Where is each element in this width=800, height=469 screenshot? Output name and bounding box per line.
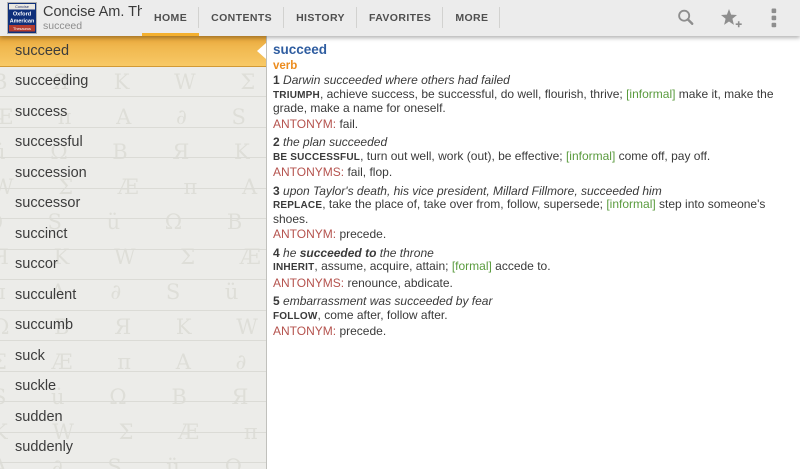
word-list-item-label: suckle bbox=[15, 378, 57, 395]
sense-antonyms: ANTONYM: fail. bbox=[273, 116, 359, 131]
word-list-item-label: success bbox=[15, 103, 68, 120]
sense-synonyms: REPLACE, take the place of, take over fr… bbox=[273, 197, 766, 226]
tab-label: MORE bbox=[455, 12, 489, 24]
word-list-item-label: succession bbox=[15, 164, 87, 181]
sense-antonyms: ANTONYMS: fail, flop. bbox=[273, 165, 393, 179]
entry-headword: succeed bbox=[273, 42, 328, 57]
sense-synonyms: BE SUCCESSFUL, turn out well, work (out)… bbox=[273, 148, 711, 163]
senses-container: 1 Darwin succeeded where others had fail… bbox=[273, 73, 792, 339]
word-list-item-label: successor bbox=[15, 195, 81, 212]
tab-label: HOME bbox=[154, 12, 188, 24]
sense-synonyms: FOLLOW, come after, follow after. bbox=[273, 307, 448, 322]
tab-bar: HOME CONTENTS HISTORY FAVORITES MORE bbox=[142, 0, 501, 36]
app-logo-icon: Concise Oxford American Thesaurus bbox=[8, 3, 36, 33]
sense-example: 2 the plan succeeded bbox=[273, 135, 388, 149]
entry-panel[interactable]: succeed verb 1 Darwin succeeded where ot… bbox=[267, 36, 800, 469]
word-list-panel: A ∂ S ü Ω B Я K W Σ Æ π A ∂ S ü Ω B Я K … bbox=[0, 36, 267, 469]
word-list-item-success[interactable]: success bbox=[0, 97, 266, 128]
sense-antonyms: ANTONYM: precede. bbox=[273, 324, 387, 338]
word-list-item-label: succeeding bbox=[15, 73, 89, 90]
word-list-item-label: succinct bbox=[15, 225, 68, 242]
svg-text:Oxford: Oxford bbox=[13, 12, 32, 18]
sense-2: 2 the plan succeeded BE SUCCESSFUL, turn… bbox=[273, 135, 792, 180]
word-list: succeed succeeding success successful succes… bbox=[0, 36, 266, 463]
main-area: A ∂ S ü Ω B Я K W Σ Æ π A ∂ S ü Ω B Я K … bbox=[0, 36, 800, 469]
word-list-item-succession[interactable]: succession bbox=[0, 158, 266, 189]
word-list-item-successor[interactable]: successor bbox=[0, 189, 266, 219]
app-title: Concise Am. Thes. bbox=[43, 4, 142, 20]
search-icon bbox=[678, 9, 694, 25]
tab-favorites[interactable]: FAVORITES bbox=[357, 0, 444, 36]
word-list-item-succinct[interactable]: succinct bbox=[0, 219, 266, 250]
word-list-item-suck[interactable]: suck bbox=[0, 341, 266, 372]
word-list-item-successful[interactable]: successful bbox=[0, 128, 266, 158]
current-word-subtitle: succeed bbox=[43, 20, 83, 32]
sense-synonyms: TRIUMPH, achieve success, be successful,… bbox=[273, 86, 774, 115]
sense-3: 3 upon Taylor's death, his vice presiden… bbox=[273, 183, 792, 242]
sense-synonyms: INHERIT, assume, acquire, attain; [forma… bbox=[273, 259, 551, 273]
add-favorite-star-icon bbox=[720, 8, 742, 27]
search-button[interactable] bbox=[670, 2, 702, 34]
tab-contents[interactable]: CONTENTS bbox=[199, 0, 285, 36]
word-list-item-label: succulent bbox=[15, 286, 77, 303]
action-buttons bbox=[670, 0, 800, 36]
word-list-item-label: succeed bbox=[15, 42, 70, 59]
sense-example: 5 embarrassment was succeeded by fear bbox=[273, 294, 493, 308]
add-favorite-button[interactable] bbox=[714, 2, 746, 34]
tab-label: CONTENTS bbox=[211, 12, 273, 24]
word-list-item-succumb[interactable]: succumb bbox=[0, 311, 266, 341]
sense-example: 4 he succeeded to the throne bbox=[273, 245, 434, 260]
word-list-item-label: succumb bbox=[15, 317, 74, 334]
word-list-item-suckle[interactable]: suckle bbox=[0, 372, 266, 402]
word-list-item-suddenly[interactable]: suddenly bbox=[0, 433, 266, 463]
sense-antonyms: ANTONYM: precede. bbox=[273, 227, 387, 241]
svg-text:Thesaurus: Thesaurus bbox=[13, 27, 31, 31]
app-window: Concise Oxford American Thesaurus Concis… bbox=[0, 0, 800, 469]
sense-example: 1 Darwin succeeded where others had fail… bbox=[273, 73, 510, 87]
sense-1: 1 Darwin succeeded where others had fail… bbox=[273, 73, 792, 131]
sense-example: 3 upon Taylor's death, his vice presiden… bbox=[273, 183, 662, 198]
svg-text:American: American bbox=[10, 19, 35, 25]
overflow-menu-button[interactable] bbox=[758, 2, 790, 34]
word-list-item-succeed[interactable]: succeed bbox=[0, 36, 266, 67]
word-list-item-label: sudden bbox=[15, 408, 63, 425]
tab-home[interactable]: HOME bbox=[142, 0, 200, 36]
word-list-item-sudden[interactable]: sudden bbox=[0, 402, 266, 433]
tab-more[interactable]: MORE bbox=[443, 0, 501, 36]
word-list-item-label: suddenly bbox=[15, 439, 74, 456]
word-list-item-succeeding[interactable]: succeeding bbox=[0, 67, 266, 97]
word-list-item-succor[interactable]: succor bbox=[0, 250, 266, 280]
sense-antonyms: ANTONYMS: renounce, abdicate. bbox=[273, 275, 453, 290]
word-list-item-label: suck bbox=[15, 347, 45, 364]
svg-text:Concise: Concise bbox=[15, 5, 29, 9]
app-brand[interactable]: Concise Oxford American Thesaurus Concis… bbox=[0, 0, 142, 36]
tab-label: FAVORITES bbox=[368, 12, 432, 24]
part-of-speech: verb bbox=[273, 60, 298, 72]
sense-4: 4 he succeeded to the throne INHERIT, as… bbox=[273, 245, 792, 291]
word-list-item-label: successful bbox=[15, 134, 83, 151]
word-list-item-label: succor bbox=[15, 256, 58, 273]
tab-label: HISTORY bbox=[296, 12, 345, 24]
overflow-menu-icon bbox=[771, 8, 777, 28]
sense-5: 5 embarrassment was succeeded by fear FO… bbox=[273, 294, 792, 339]
word-list-item-succulent[interactable]: succulent bbox=[0, 280, 266, 311]
tab-history[interactable]: HISTORY bbox=[284, 0, 357, 36]
action-bar: Concise Oxford American Thesaurus Concis… bbox=[0, 0, 800, 36]
